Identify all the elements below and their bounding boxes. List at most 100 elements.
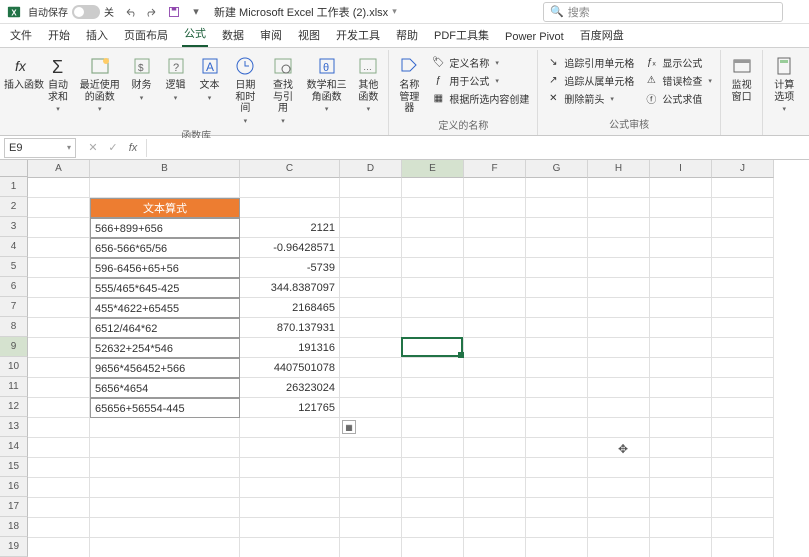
- cell-J10[interactable]: [712, 358, 774, 378]
- cell-F18[interactable]: [464, 518, 526, 538]
- smart-tag-icon[interactable]: ▦: [342, 420, 356, 434]
- cell-H14[interactable]: [588, 438, 650, 458]
- define-name-button[interactable]: 🏷定义名称▾: [429, 54, 531, 71]
- col-header-E[interactable]: E: [402, 160, 464, 178]
- cell-E15[interactable]: [402, 458, 464, 478]
- calc-options-button[interactable]: 计算选项▾: [767, 52, 801, 115]
- row-header-17[interactable]: 17: [0, 497, 28, 517]
- col-header-I[interactable]: I: [650, 160, 712, 178]
- cell-F11[interactable]: [464, 378, 526, 398]
- text-button[interactable]: A 文本▾: [194, 52, 226, 104]
- cell-G19[interactable]: [526, 538, 588, 557]
- cell-J15[interactable]: [712, 458, 774, 478]
- cell-D7[interactable]: [340, 298, 402, 318]
- row-header-5[interactable]: 5: [0, 257, 28, 277]
- datetime-button[interactable]: 日期和时间▾: [228, 52, 264, 127]
- cell-F14[interactable]: [464, 438, 526, 458]
- cell-B17[interactable]: [90, 498, 240, 518]
- cell-B7[interactable]: 455*4622+65455: [90, 298, 240, 318]
- cell-E7[interactable]: [402, 298, 464, 318]
- cell-E11[interactable]: [402, 378, 464, 398]
- cell-D3[interactable]: [340, 218, 402, 238]
- cell-G4[interactable]: [526, 238, 588, 258]
- row-header-16[interactable]: 16: [0, 477, 28, 497]
- search-input[interactable]: 🔍 搜索: [543, 2, 783, 22]
- cell-J17[interactable]: [712, 498, 774, 518]
- cell-B14[interactable]: [90, 438, 240, 458]
- col-header-F[interactable]: F: [464, 160, 526, 178]
- tab-文件[interactable]: 文件: [8, 23, 34, 47]
- cell-G10[interactable]: [526, 358, 588, 378]
- tab-页面布局[interactable]: 页面布局: [122, 23, 170, 47]
- financial-button[interactable]: $ 财务▾: [126, 52, 158, 104]
- row-header-8[interactable]: 8: [0, 317, 28, 337]
- logical-button[interactable]: ? 逻辑▾: [160, 52, 192, 104]
- row-header-18[interactable]: 18: [0, 517, 28, 537]
- cell-G5[interactable]: [526, 258, 588, 278]
- cell-I6[interactable]: [650, 278, 712, 298]
- cell-E8[interactable]: [402, 318, 464, 338]
- cell-G1[interactable]: [526, 178, 588, 198]
- cell-J3[interactable]: [712, 218, 774, 238]
- cell-F5[interactable]: [464, 258, 526, 278]
- cell-H5[interactable]: [588, 258, 650, 278]
- tab-百度网盘[interactable]: 百度网盘: [578, 23, 626, 47]
- undo-button[interactable]: [122, 4, 138, 20]
- cell-J2[interactable]: [712, 198, 774, 218]
- cell-D8[interactable]: [340, 318, 402, 338]
- col-header-B[interactable]: B: [90, 160, 240, 178]
- cell-A10[interactable]: [28, 358, 90, 378]
- cell-C16[interactable]: [240, 478, 340, 498]
- qat-dropdown[interactable]: ▾: [188, 4, 204, 20]
- cell-F17[interactable]: [464, 498, 526, 518]
- cell-I15[interactable]: [650, 458, 712, 478]
- cell-C9[interactable]: 191316: [240, 338, 340, 358]
- cell-I9[interactable]: [650, 338, 712, 358]
- cell-I18[interactable]: [650, 518, 712, 538]
- use-in-formula-button[interactable]: ƒ用于公式▾: [429, 72, 531, 89]
- insert-function-button[interactable]: fx 插入函数: [8, 52, 40, 94]
- cancel-button[interactable]: ✕: [84, 139, 102, 157]
- cell-I8[interactable]: [650, 318, 712, 338]
- cell-D14[interactable]: [340, 438, 402, 458]
- tab-Power Pivot[interactable]: Power Pivot: [503, 27, 566, 47]
- spreadsheet-grid[interactable]: 12345678910111213141516171819 ABCDEFGHIJ…: [0, 160, 809, 557]
- select-all-corner[interactable]: [0, 160, 28, 177]
- col-header-C[interactable]: C: [240, 160, 340, 178]
- cell-B19[interactable]: [90, 538, 240, 557]
- cell-E3[interactable]: [402, 218, 464, 238]
- cell-E9[interactable]: [402, 338, 464, 358]
- cell-H11[interactable]: [588, 378, 650, 398]
- cell-A4[interactable]: [28, 238, 90, 258]
- row-header-19[interactable]: 19: [0, 537, 28, 557]
- cell-C5[interactable]: -5739: [240, 258, 340, 278]
- cell-C7[interactable]: 2168465: [240, 298, 340, 318]
- cell-F16[interactable]: [464, 478, 526, 498]
- cell-J11[interactable]: [712, 378, 774, 398]
- cell-H4[interactable]: [588, 238, 650, 258]
- cell-A15[interactable]: [28, 458, 90, 478]
- cell-A13[interactable]: [28, 418, 90, 438]
- cell-A7[interactable]: [28, 298, 90, 318]
- cell-G9[interactable]: [526, 338, 588, 358]
- cell-D12[interactable]: [340, 398, 402, 418]
- row-header-10[interactable]: 10: [0, 357, 28, 377]
- remove-arrows-button[interactable]: ✕删除箭头▾: [544, 90, 636, 107]
- cell-F3[interactable]: [464, 218, 526, 238]
- lookup-button[interactable]: 查找与引用▾: [265, 52, 301, 127]
- cell-A2[interactable]: [28, 198, 90, 218]
- cell-J6[interactable]: [712, 278, 774, 298]
- cell-A16[interactable]: [28, 478, 90, 498]
- cell-H15[interactable]: [588, 458, 650, 478]
- row-header-11[interactable]: 11: [0, 377, 28, 397]
- formula-input[interactable]: [147, 138, 809, 158]
- cell-H10[interactable]: [588, 358, 650, 378]
- cell-B5[interactable]: 596-6456+65+56: [90, 258, 240, 278]
- cell-H12[interactable]: [588, 398, 650, 418]
- cell-B11[interactable]: 5656*4654: [90, 378, 240, 398]
- cell-B1[interactable]: [90, 178, 240, 198]
- cell-B2[interactable]: 文本算式: [90, 198, 240, 218]
- cell-J8[interactable]: [712, 318, 774, 338]
- cell-G18[interactable]: [526, 518, 588, 538]
- fx-button[interactable]: fx: [124, 139, 142, 157]
